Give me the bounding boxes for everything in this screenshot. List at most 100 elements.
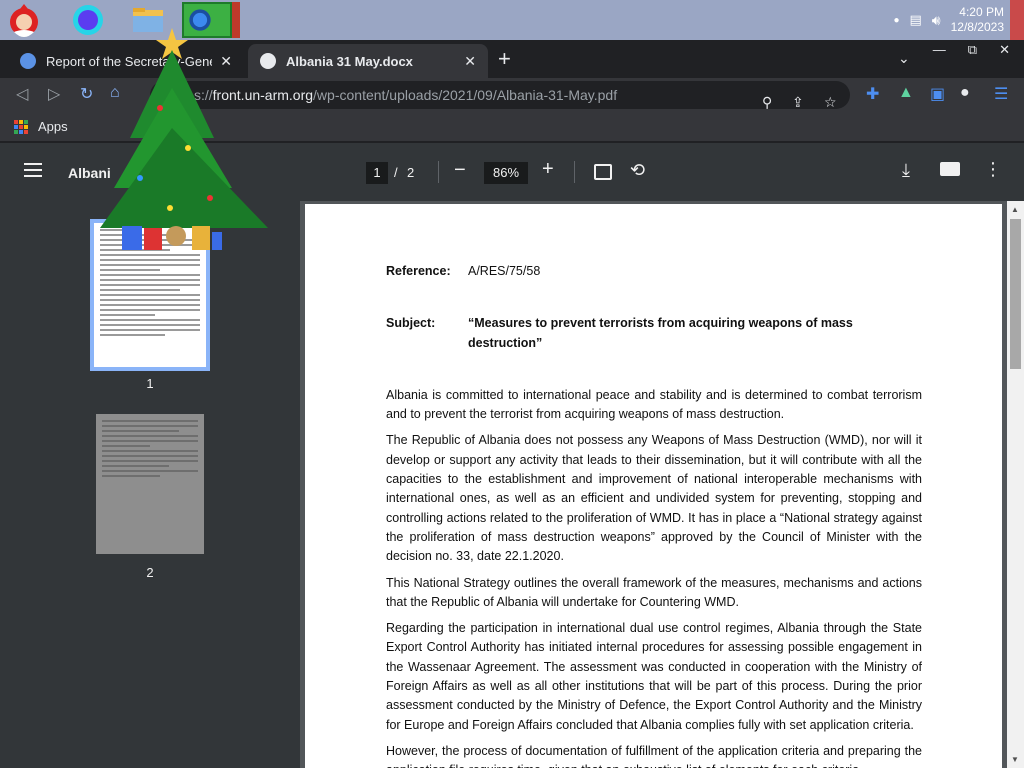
thumbnail-number: 2 (146, 565, 154, 580)
thumb-text-line (102, 435, 198, 437)
close-window-button[interactable]: ✕ (999, 42, 1010, 58)
thumb-text-line (100, 264, 200, 266)
vertical-scrollbar[interactable]: ▲ ▼ (1007, 201, 1024, 768)
forward-icon[interactable]: ▷ (48, 84, 60, 104)
thumb-text-line (102, 425, 198, 427)
thumb-text-line (102, 465, 170, 467)
gift-box (192, 226, 210, 250)
thumb-text-line (102, 420, 198, 422)
divider (574, 161, 575, 183)
paragraph: Regarding the participation in internati… (386, 621, 922, 732)
network-icon[interactable]: ▤ (909, 12, 921, 28)
apps-grid-icon[interactable] (14, 120, 28, 134)
reference-label: Reference: (386, 264, 451, 278)
subject-row: Subject: “Measures to prevent terrorists… (386, 314, 922, 353)
clock[interactable]: 4:20 PM 12/8/2023 (951, 5, 1004, 35)
scrollbar-thumb[interactable] (1010, 219, 1021, 369)
ornament (207, 195, 213, 201)
tray-dot-icon[interactable]: ● (893, 15, 899, 26)
minimize-button[interactable]: — (933, 42, 946, 58)
close-tab-icon[interactable]: ✕ (464, 53, 476, 70)
ornament (137, 175, 143, 181)
new-tab-button[interactable]: + (498, 46, 511, 72)
more-options-icon[interactable]: ⋮ (984, 159, 1002, 180)
scroll-up-icon[interactable]: ▲ (1011, 205, 1019, 214)
clock-time: 4:20 PM (959, 5, 1004, 19)
subject-value: “Measures to prevent terrorists from acq… (468, 316, 853, 350)
thumb-text-line (102, 450, 198, 452)
ornament (185, 145, 191, 151)
thumb-text-line (102, 475, 160, 477)
thumb-text-line (100, 279, 200, 281)
page-number-input[interactable]: 1 (366, 162, 388, 184)
thumb-text-line (102, 430, 179, 432)
clock-date: 12/8/2023 (950, 20, 1004, 34)
reference-row: Reference: A/RES/75/58 (386, 262, 922, 281)
paragraph: This National Strategy outlines the over… (386, 575, 922, 609)
tab-albania[interactable]: Albania 31 May.docx ✕ (248, 44, 488, 78)
thumbnail-number: 1 (146, 376, 154, 391)
volume-icon[interactable]: 🔊︎ (932, 12, 941, 29)
total-pages: 2 (407, 165, 415, 180)
zoom-level-input[interactable]: 86% (484, 162, 528, 184)
gift-box (144, 228, 162, 250)
chrome-menu-icon[interactable]: ☰ (994, 84, 1008, 104)
ornament (157, 105, 163, 111)
reference-value: A/RES/75/58 (468, 264, 541, 278)
gift-box (122, 226, 142, 250)
paragraph: The Republic of Albania does not possess… (386, 433, 922, 564)
print-icon[interactable] (940, 162, 960, 176)
thumb-text-line (100, 299, 200, 301)
side-panel-icon[interactable]: ▣ (930, 84, 945, 104)
thumb-text-line (100, 274, 200, 276)
thumb-text-line (102, 455, 198, 457)
ornament (167, 205, 173, 211)
thumb-text-line (100, 319, 200, 321)
restore-button[interactable]: ⧉ (968, 42, 977, 58)
show-desktop-button[interactable] (1010, 0, 1024, 40)
paragraph: However, the process of documentation of… (386, 743, 922, 768)
rotate-icon[interactable]: ⟲ (630, 160, 645, 181)
thumb-text-line (100, 284, 200, 286)
download-icon[interactable]: ⤓ (902, 160, 910, 181)
system-tray: ● ▤ 🔊︎ 4:20 PM 12/8/2023 (893, 0, 1004, 40)
thumb-text-line (100, 289, 180, 291)
divider (438, 161, 439, 183)
url-path: /wp-content/uploads/2021/09/Albania-31-M… (313, 87, 618, 103)
pdf-page: Reference: A/RES/75/58 Subject: “Measure… (305, 204, 1002, 768)
thumb-text-line (100, 324, 200, 326)
apps-bookmark[interactable]: Apps (38, 119, 68, 134)
zoom-in-button[interactable]: + (542, 158, 554, 181)
scroll-down-icon[interactable]: ▼ (1011, 755, 1019, 764)
page-thumbnail-2[interactable] (96, 414, 204, 554)
page-separator: / (394, 165, 398, 180)
tab-title: Albania 31 May.docx (286, 53, 413, 69)
hamburger-menu-icon[interactable] (24, 163, 42, 177)
thumb-text-line (102, 460, 198, 462)
thumb-text-line (100, 329, 200, 331)
zoom-out-button[interactable]: − (454, 159, 466, 182)
paragraph: Albania is committed to international pe… (386, 387, 922, 422)
thumb-text-line (102, 440, 198, 442)
subject-label: Subject: (386, 316, 436, 331)
back-icon[interactable]: ◁ (16, 84, 28, 104)
thumb-text-line (100, 314, 155, 316)
gift-box (212, 232, 222, 250)
thumb-text-line (100, 309, 200, 311)
extensions-icon[interactable]: ✚ (866, 84, 879, 104)
pdf-viewer[interactable]: Reference: A/RES/75/58 Subject: “Measure… (300, 201, 1024, 768)
tab-search-chevron-icon[interactable]: ⌄ (898, 50, 910, 67)
santa-icon[interactable] (6, 2, 42, 38)
christmas-tree-gadget[interactable] (100, 28, 270, 260)
fit-to-page-icon[interactable] (594, 164, 612, 180)
thumb-text-line (102, 470, 198, 472)
thumb-text-line (100, 334, 165, 336)
teddy-bear (166, 226, 186, 246)
thumbnail-sidebar: 1 2 (0, 201, 300, 768)
thumb-text-line (100, 269, 160, 271)
un-globe-icon (20, 53, 36, 69)
labs-flask-icon[interactable]: ▲ (898, 84, 914, 102)
window-controls: — ⧉ ✕ (933, 42, 1010, 58)
reload-icon[interactable]: ↻ (80, 84, 93, 104)
profile-avatar-icon[interactable]: ● (960, 84, 970, 102)
